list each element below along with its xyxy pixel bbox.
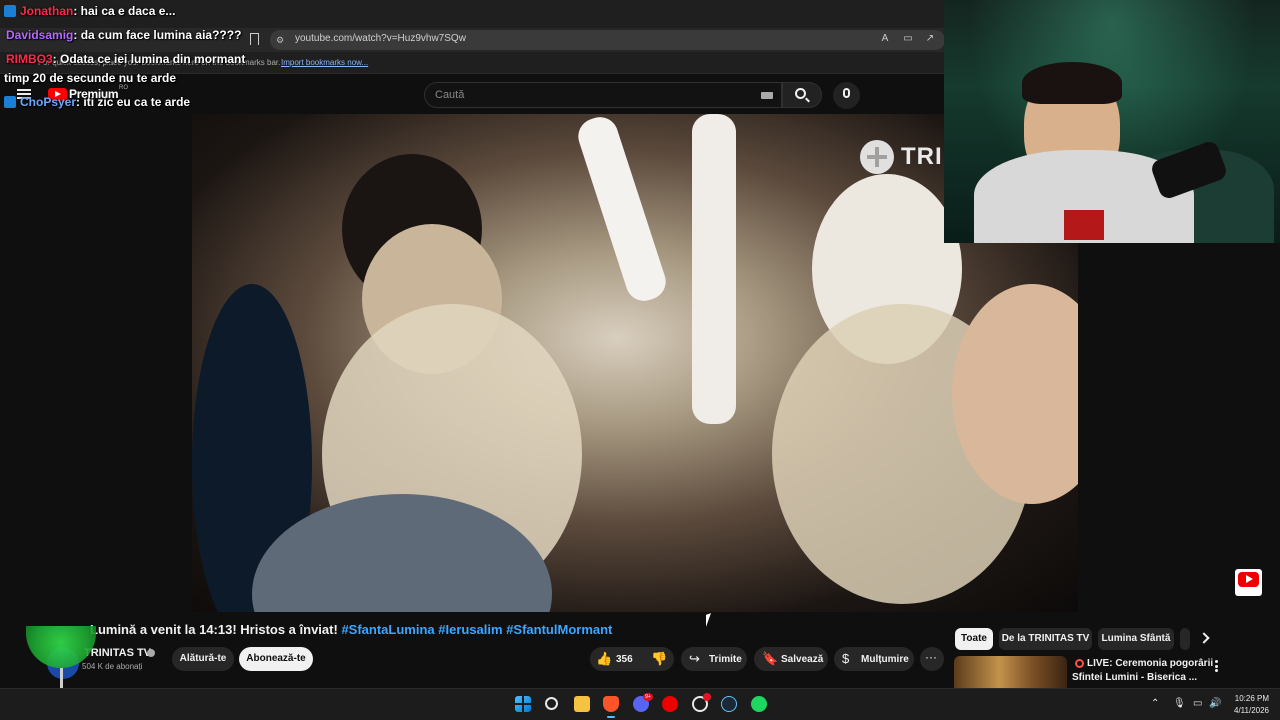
verified-icon <box>147 649 155 657</box>
brave-browser-icon[interactable] <box>603 696 619 712</box>
share-arrow-icon: ↪ <box>689 651 700 666</box>
chat-text: timp 20 de secunde nu te arde <box>4 71 177 85</box>
mouse-cursor-icon <box>706 613 711 627</box>
chat-author: ChoPsyer <box>20 95 77 109</box>
search-placeholder: Caută <box>435 89 465 101</box>
screen: ⚙ youtube.com/watch?v=Huz9vhw7SQw A ▭ ↗ … <box>0 0 1280 720</box>
steam-icon[interactable] <box>721 696 737 712</box>
chip-topic[interactable]: Lumina Sfântă <box>1098 628 1174 650</box>
cast-icon[interactable]: ▭ <box>902 33 914 45</box>
thanks-icon: $ <box>842 651 850 666</box>
youtube-app-icon[interactable] <box>662 696 678 712</box>
chip-all[interactable]: Toate <box>955 628 993 650</box>
dislike-icon[interactable]: 👎 <box>651 652 667 665</box>
recommended-title[interactable]: LIVE: Ceremonia pogorârii <box>1087 658 1213 669</box>
chat-badge-icon <box>4 5 16 17</box>
volume-icon[interactable]: 🔊 <box>1209 697 1221 711</box>
chat-text: : hai ca e daca e... <box>73 4 176 18</box>
keyboard-icon[interactable] <box>761 92 773 99</box>
recommended-title-line2[interactable]: Sfintei Lumini - Biserica ... <box>1072 672 1197 683</box>
taskbar-search-icon[interactable] <box>545 697 558 710</box>
save-icon: 🔖 <box>762 651 779 666</box>
chip-partial[interactable] <box>1180 628 1190 650</box>
discord-badge: 9+ <box>643 693 653 701</box>
bookmark-star-icon[interactable] <box>250 33 259 45</box>
active-app-indicator <box>607 716 615 718</box>
site-info-icon[interactable]: ⚙ <box>276 35 286 45</box>
tray-overflow-icon[interactable]: ⌃ <box>1151 697 1159 711</box>
like-icon[interactable]: 👍 <box>596 652 612 665</box>
chat-author: Davidsamig <box>6 28 74 42</box>
webcam-person-hair <box>1022 62 1122 104</box>
country-code: RO <box>119 85 128 91</box>
network-icon[interactable]: ▭ <box>1193 697 1202 711</box>
file-explorer-icon[interactable] <box>574 696 590 712</box>
search-input[interactable] <box>424 82 782 108</box>
translate-icon[interactable]: A <box>879 33 891 45</box>
chat-author: Jonathan <box>20 4 74 18</box>
share-label: Trimite <box>709 654 742 665</box>
start-icon[interactable] <box>515 696 531 712</box>
hashtag-link[interactable]: #SfantulMormant <box>506 622 612 637</box>
microphone-tray-icon[interactable]: 🎙 <box>1173 697 1186 711</box>
chat-message: Jonathan: hai ca e daca e... <box>4 4 175 18</box>
join-button[interactable]: Alătură-te <box>172 647 234 671</box>
video-candle <box>692 114 736 424</box>
chatgpt-badge <box>703 693 711 701</box>
chat-badge-icon <box>4 96 16 108</box>
chat-text: : da cum face lumina aia???? <box>73 28 242 42</box>
spotify-icon[interactable] <box>751 696 767 712</box>
address-url[interactable]: youtube.com/watch?v=Huz9vhw7SQw <box>295 33 466 44</box>
chat-message: Davidsamig: da cum face lumina aia???? <box>6 28 241 42</box>
clock-date[interactable]: 4/11/2026 <box>1228 706 1269 715</box>
subscribe-button[interactable]: Abonează-te <box>239 647 313 671</box>
clock-time[interactable]: 10:26 PM <box>1233 694 1269 703</box>
chip-from-channel[interactable]: De la TRINITAS TV <box>999 628 1092 650</box>
chat-message: RIMBO3: Odata ce iei lumina din mormant <box>6 52 245 66</box>
webcam-overlay <box>944 0 1280 243</box>
more-icon: ··· <box>925 650 937 664</box>
subscriber-count: 504 K de abonați <box>82 662 143 671</box>
hashtag-link[interactable]: #Ierusalim <box>438 622 502 637</box>
channel-name[interactable]: TRINITAS TV <box>84 647 151 659</box>
share-icon[interactable]: ↗ <box>924 33 936 45</box>
video-candle <box>573 114 671 306</box>
import-bookmarks-link[interactable]: Import bookmarks now... <box>281 58 368 67</box>
like-count[interactable]: 356 <box>616 653 633 666</box>
chat-text: : iti zic eu ca te arde <box>76 95 191 109</box>
hashtag-link[interactable]: #SfantaLumina <box>341 622 434 637</box>
video-title-text: Lumină a venit la 14:13! Hristos a învia… <box>90 622 338 637</box>
chat-text: : Odata ce iei lumina din mormant <box>52 52 246 66</box>
chat-message: timp 20 de secunde nu te arde <box>4 71 176 85</box>
chat-message: ChoPsyer: iti zic eu ca te arde <box>4 95 190 109</box>
live-icon <box>1075 659 1084 668</box>
video-title: Lumină a venit la 14:13! Hristos a învia… <box>90 622 612 637</box>
chips-next-icon[interactable] <box>1198 632 1210 644</box>
recommended-menu-icon[interactable] <box>1215 660 1218 672</box>
webcam-shirt-logo <box>1064 210 1104 240</box>
subscribe-overlay-icon[interactable] <box>1235 569 1262 596</box>
search-icon <box>795 88 806 99</box>
recommended-thumbnail[interactable] <box>954 656 1067 692</box>
trinitas-logo-icon <box>860 140 894 174</box>
save-label: Salvează <box>781 654 824 665</box>
chat-author: RIMBO3 <box>6 52 53 66</box>
thanks-label: Mulțumire <box>861 654 909 665</box>
microphone-icon <box>843 88 850 98</box>
